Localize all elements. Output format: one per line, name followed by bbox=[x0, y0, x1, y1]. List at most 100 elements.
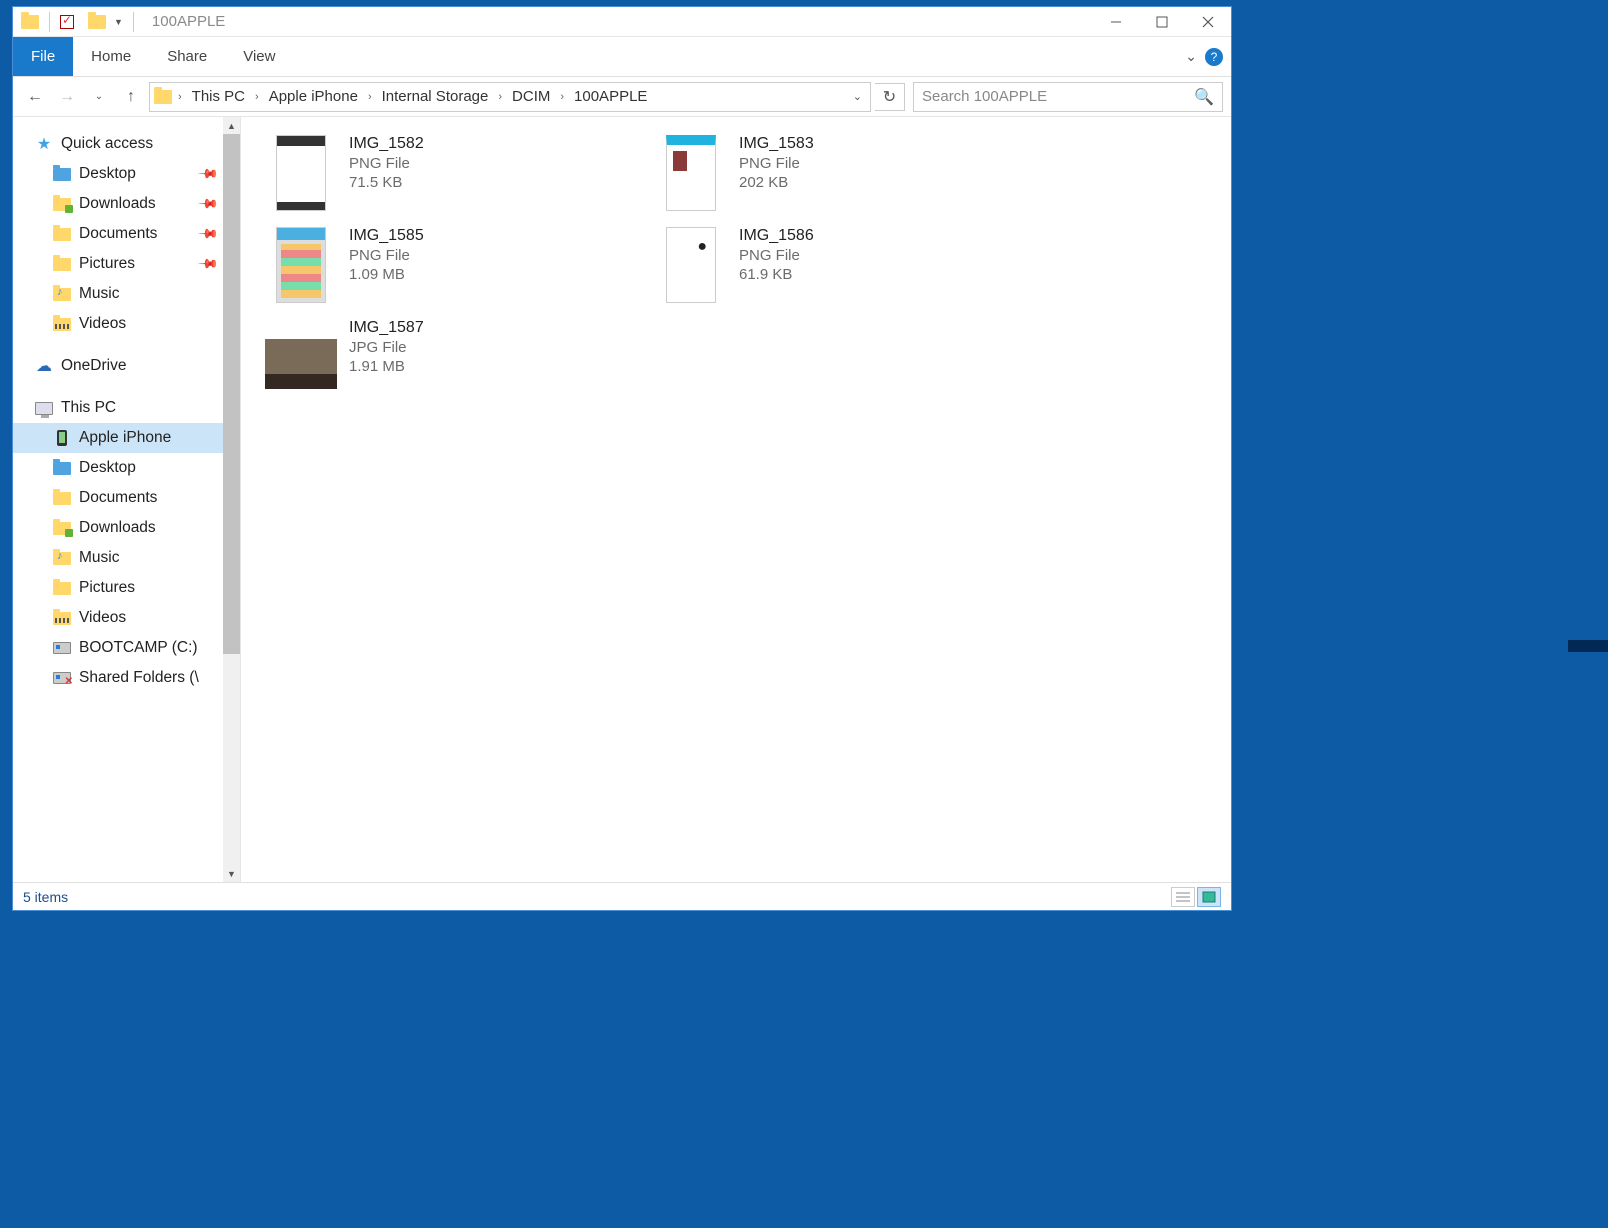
disk-error-icon bbox=[53, 672, 71, 684]
minimize-button[interactable] bbox=[1093, 7, 1139, 36]
minimize-icon bbox=[1110, 16, 1122, 28]
file-size: 61.9 KB bbox=[739, 266, 814, 283]
tree-music-pc[interactable]: Music bbox=[13, 543, 240, 573]
file-type: PNG File bbox=[349, 155, 424, 172]
folder-icon[interactable] bbox=[88, 15, 106, 29]
file-item[interactable]: IMG_1583 PNG File 202 KB bbox=[651, 129, 1041, 221]
nav-back-button[interactable]: ← bbox=[21, 83, 49, 111]
tree-videos[interactable]: Videos bbox=[13, 309, 240, 339]
nav-forward-button[interactable]: → bbox=[53, 83, 81, 111]
ribbon-tab-share[interactable]: Share bbox=[149, 37, 225, 76]
sidebar-scrollbar[interactable]: ▲ ▼ bbox=[223, 117, 240, 882]
ribbon-tab-view[interactable]: View bbox=[225, 37, 293, 76]
music-folder-icon bbox=[53, 288, 71, 301]
tree-documents-pc[interactable]: Documents bbox=[13, 483, 240, 513]
crumb-iphone[interactable]: Apple iPhone bbox=[263, 83, 364, 111]
tree-this-pc[interactable]: This PC bbox=[13, 393, 240, 423]
tree-label: BOOTCAMP (C:) bbox=[79, 639, 198, 657]
tree-pictures-pc[interactable]: Pictures bbox=[13, 573, 240, 603]
file-type: JPG File bbox=[349, 339, 424, 356]
chevron-right-icon[interactable]: › bbox=[496, 91, 504, 103]
help-icon[interactable]: ? bbox=[1205, 48, 1223, 66]
tree-downloads-pc[interactable]: Downloads bbox=[13, 513, 240, 543]
file-type: PNG File bbox=[349, 247, 424, 264]
title-bar[interactable]: ▼ 100APPLE bbox=[13, 7, 1231, 37]
tree-label: OneDrive bbox=[61, 357, 126, 375]
tree-quick-access[interactable]: ★Quick access bbox=[13, 129, 240, 159]
chevron-right-icon[interactable]: › bbox=[366, 91, 374, 103]
tree-shared-folders[interactable]: Shared Folders (\ bbox=[13, 663, 240, 693]
disk-icon bbox=[53, 642, 71, 654]
folder-icon[interactable] bbox=[21, 15, 39, 29]
quick-access-toolbar: ▼ bbox=[13, 7, 138, 36]
file-thumbnail bbox=[265, 339, 337, 389]
tree-label: Documents bbox=[79, 225, 157, 243]
close-icon bbox=[1202, 16, 1214, 28]
chevron-right-icon[interactable]: › bbox=[558, 91, 566, 103]
file-item[interactable]: IMG_1587 JPG File 1.91 MB bbox=[261, 313, 651, 405]
file-item[interactable]: IMG_1586 PNG File 61.9 KB bbox=[651, 221, 1041, 313]
address-bar[interactable]: › This PC › Apple iPhone › Internal Stor… bbox=[149, 82, 871, 112]
folder-icon bbox=[53, 228, 71, 241]
tree-videos-pc[interactable]: Videos bbox=[13, 603, 240, 633]
folder-icon bbox=[53, 582, 71, 595]
tree-desktop[interactable]: Desktop📌 bbox=[13, 159, 240, 189]
close-button[interactable] bbox=[1185, 7, 1231, 36]
tree-music[interactable]: Music bbox=[13, 279, 240, 309]
refresh-button[interactable]: ↻ bbox=[875, 83, 905, 111]
nav-up-button[interactable]: ↑ bbox=[117, 83, 145, 111]
scroll-thumb[interactable] bbox=[223, 134, 240, 654]
pc-icon bbox=[35, 402, 53, 415]
folder-icon bbox=[53, 492, 71, 505]
address-dropdown-icon[interactable]: ⌄ bbox=[853, 90, 862, 103]
tree-label: Videos bbox=[79, 609, 126, 627]
thumbnails-icon bbox=[1202, 891, 1216, 903]
scroll-track[interactable] bbox=[223, 654, 240, 865]
file-size: 1.91 MB bbox=[349, 358, 424, 375]
tree-desktop-pc[interactable]: Desktop bbox=[13, 453, 240, 483]
tree-onedrive[interactable]: ☁OneDrive bbox=[13, 351, 240, 381]
ribbon-expand-icon[interactable]: ⌄ bbox=[1185, 48, 1197, 65]
tree-apple-iphone[interactable]: Apple iPhone bbox=[13, 423, 240, 453]
file-name: IMG_1585 bbox=[349, 227, 424, 245]
maximize-button[interactable] bbox=[1139, 7, 1185, 36]
file-list-pane[interactable]: IMG_1582 PNG File 71.5 KB IMG_1583 PNG F… bbox=[241, 117, 1231, 882]
file-item[interactable]: IMG_1585 PNG File 1.09 MB bbox=[261, 221, 651, 313]
tree-label: Pictures bbox=[79, 255, 135, 273]
pin-icon: 📌 bbox=[197, 223, 220, 246]
tree-label: Pictures bbox=[79, 579, 135, 597]
nav-recent-dropdown[interactable]: ⌄ bbox=[85, 83, 113, 111]
file-thumbnail bbox=[666, 135, 716, 211]
pin-icon: 📌 bbox=[197, 193, 220, 216]
file-item[interactable]: IMG_1582 PNG File 71.5 KB bbox=[261, 129, 651, 221]
crumb-this-pc[interactable]: This PC bbox=[186, 83, 251, 111]
tree-pictures[interactable]: Pictures📌 bbox=[13, 249, 240, 279]
ribbon-tab-file[interactable]: File bbox=[13, 37, 73, 76]
search-box[interactable]: 🔍 bbox=[913, 82, 1223, 112]
properties-icon[interactable] bbox=[60, 15, 74, 29]
view-details-button[interactable] bbox=[1171, 887, 1195, 907]
folder-icon bbox=[53, 462, 71, 475]
folder-icon bbox=[53, 198, 71, 211]
crumb-dcim[interactable]: DCIM bbox=[506, 83, 556, 111]
phone-icon bbox=[57, 430, 67, 446]
search-icon[interactable]: 🔍 bbox=[1194, 87, 1214, 107]
chevron-right-icon[interactable]: › bbox=[176, 91, 184, 103]
crumb-internal[interactable]: Internal Storage bbox=[376, 83, 495, 111]
details-icon bbox=[1176, 891, 1190, 903]
scroll-up-button[interactable]: ▲ bbox=[223, 117, 240, 134]
tree-downloads[interactable]: Downloads📌 bbox=[13, 189, 240, 219]
qat-dropdown-icon[interactable]: ▼ bbox=[114, 17, 123, 27]
pin-icon: 📌 bbox=[197, 163, 220, 186]
scroll-down-button[interactable]: ▼ bbox=[223, 865, 240, 882]
file-name: IMG_1586 bbox=[739, 227, 814, 245]
view-thumbnails-button[interactable] bbox=[1197, 887, 1221, 907]
search-input[interactable] bbox=[922, 88, 1194, 105]
tree-bootcamp[interactable]: BOOTCAMP (C:) bbox=[13, 633, 240, 663]
file-type: PNG File bbox=[739, 155, 814, 172]
tree-documents[interactable]: Documents 📌 bbox=[13, 219, 240, 249]
chevron-right-icon[interactable]: › bbox=[253, 91, 261, 103]
crumb-100apple[interactable]: 100APPLE bbox=[568, 83, 653, 111]
ribbon-tab-home[interactable]: Home bbox=[73, 37, 149, 76]
file-name: IMG_1582 bbox=[349, 135, 424, 153]
